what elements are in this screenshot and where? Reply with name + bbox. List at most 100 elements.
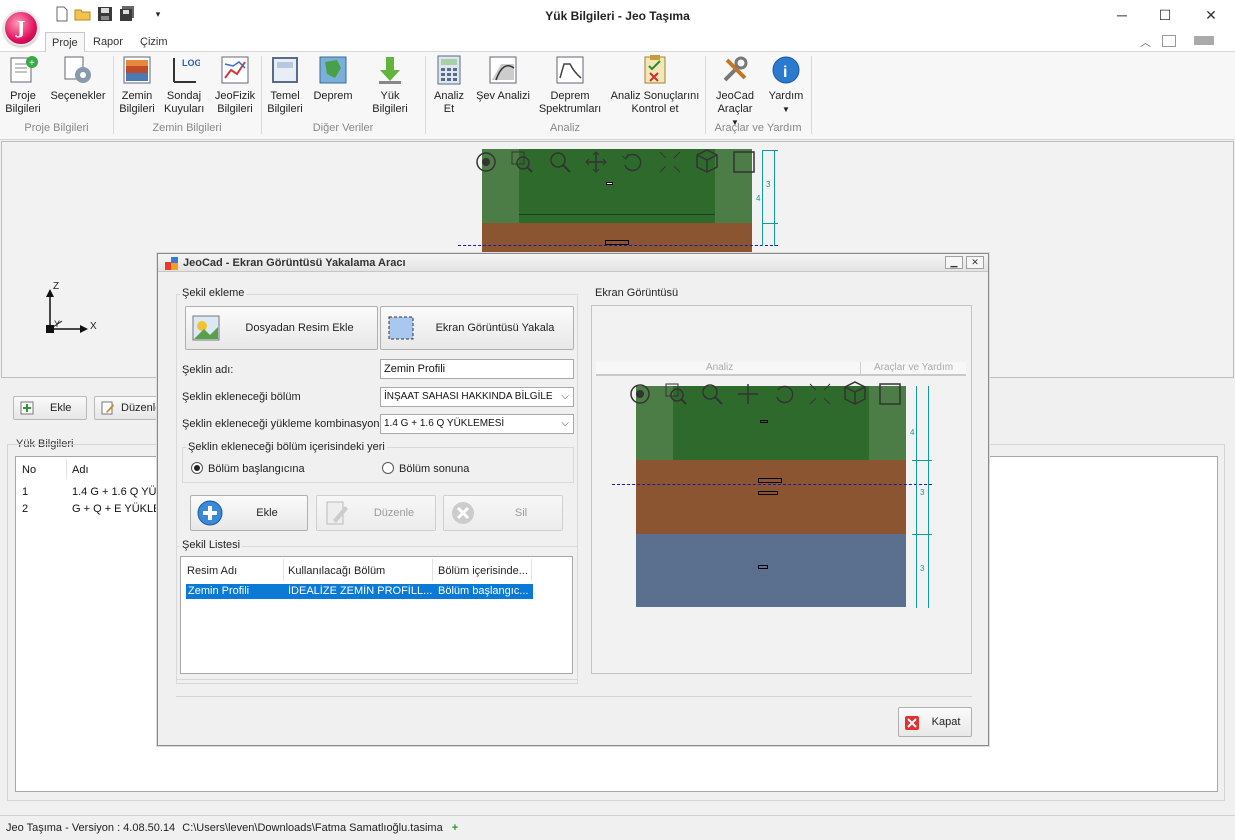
- rotate-icon[interactable]: [620, 150, 644, 174]
- preview-ribbon-text: Analiz: [706, 362, 734, 373]
- dialog-delete-button[interactable]: Sil: [443, 495, 563, 531]
- yardim-button[interactable]: i Yardım ▼: [766, 54, 806, 116]
- zemin-bilgileri-button[interactable]: Zemin Bilgileri: [118, 54, 156, 116]
- preview-soil-brown: [636, 460, 906, 534]
- version-text: Jeo Taşıma - Versiyon : 4.08.50.14: [6, 822, 176, 834]
- shape-list-row[interactable]: Zemin Profili İDEALİZE ZEMİN PROFİLL... …: [186, 584, 533, 599]
- image-file-icon: [192, 315, 220, 341]
- eye-view-icon[interactable]: [474, 150, 498, 174]
- fit-extents-icon: [808, 382, 832, 406]
- row-position: Bölüm başlangıc...: [438, 585, 529, 597]
- combo-select[interactable]: 1.4 G + 1.6 Q YÜKLEMESİ ⌵: [380, 414, 574, 434]
- deprem-button[interactable]: Deprem: [312, 54, 354, 103]
- table-row-no[interactable]: 2: [22, 503, 28, 515]
- temel-bilgileri-button[interactable]: Temel Bilgileri: [266, 54, 304, 116]
- dimension-label: 3: [766, 180, 771, 189]
- dialog-minimize-button[interactable]: ▁: [945, 256, 963, 269]
- jeocad-araclar-button[interactable]: JeoCad Araçlar ▼: [710, 54, 760, 129]
- jeofizik-bilgileri-button[interactable]: JeoFizik Bilgileri: [212, 54, 258, 116]
- shape-name-label: Şeklin adı:: [182, 364, 234, 376]
- dialog-edit-button[interactable]: Düzenle: [316, 495, 436, 531]
- theme-icon[interactable]: [1194, 36, 1214, 45]
- dimension-line: [762, 150, 763, 246]
- capture-screen-button[interactable]: Ekran Görüntüsü Yakala: [380, 306, 574, 350]
- slope-analysis-icon: [487, 54, 519, 86]
- proje-bilgileri-button[interactable]: + Proje Bilgileri: [4, 54, 42, 116]
- title-bar: ▾ Yük Bilgileri - Jeo Taşıma ─ ☐ ✕: [0, 0, 1235, 32]
- table-row-name[interactable]: G + Q + E YÜKLEM: [72, 503, 170, 515]
- radio-end-label[interactable]: Bölüm sonuna: [399, 463, 469, 475]
- minimize-button[interactable]: ─: [1099, 0, 1145, 30]
- column-header-bolum[interactable]: Kullanılacağı Bölüm: [288, 565, 385, 577]
- analiz-kontrol-button[interactable]: Analiz Sonuçlarını Kontrol et: [610, 54, 700, 116]
- analiz-et-button[interactable]: Analiz Et: [430, 54, 468, 116]
- preview-ribbon-text: Araçlar ve Yardım: [874, 362, 954, 373]
- shape-list[interactable]: Resim Adı Kullanılacağı Bölüm Bölüm içer…: [180, 556, 573, 674]
- shape-name-input[interactable]: [380, 359, 574, 379]
- tab-proje[interactable]: Proje: [45, 32, 85, 52]
- yuk-bilgileri-button[interactable]: Yük Bilgileri: [362, 54, 418, 116]
- chevron-down-icon: ⌵: [561, 418, 569, 429]
- section-select[interactable]: İNŞAAT SAHASI HAKKINDA BİLGİLE ⌵: [380, 387, 574, 407]
- collapse-ribbon-icon[interactable]: ︿: [1140, 34, 1151, 50]
- dialog-add-button[interactable]: Ekle: [190, 495, 308, 531]
- maximize-button[interactable]: ☐: [1142, 0, 1188, 30]
- foundation-line: [519, 214, 715, 215]
- radio-end[interactable]: [382, 462, 394, 474]
- group-label-diger: Diğer Veriler: [312, 122, 374, 134]
- plus-circle-icon: [197, 500, 225, 526]
- tab-cizim[interactable]: Çizim: [134, 32, 174, 52]
- svg-text:LOG: LOG: [182, 58, 200, 68]
- foundation-icon: [269, 54, 301, 86]
- 2d-view-icon[interactable]: [732, 150, 756, 174]
- table-row-name[interactable]: 1.4 G + 1.6 Q YÜK: [72, 486, 164, 498]
- app-logo[interactable]: J: [3, 10, 39, 46]
- checklist-icon: [639, 54, 671, 86]
- preview-dimension-label: 3: [920, 488, 925, 497]
- geophysics-chart-icon: [219, 54, 251, 86]
- plus-icon[interactable]: +: [452, 822, 458, 834]
- chevron-down-icon: ⌵: [561, 391, 569, 402]
- zoom-icon[interactable]: [548, 150, 572, 174]
- secenekler-button[interactable]: Seçenekler: [50, 54, 106, 103]
- column-header-adi[interactable]: Adı: [72, 464, 89, 476]
- column-header-yer[interactable]: Bölüm içerisinde...: [438, 565, 528, 577]
- earthquake-map-icon: [317, 54, 349, 86]
- sondaj-kuyulari-button[interactable]: LOG Sondaj Kuyuları: [164, 54, 204, 116]
- dialog-close-kapat-button[interactable]: Kapat: [898, 707, 972, 737]
- table-row-no[interactable]: 1: [22, 486, 28, 498]
- edit-page-icon: [323, 500, 351, 526]
- delete-icon: [450, 500, 478, 526]
- radio-start[interactable]: [191, 462, 203, 474]
- radio-start-label[interactable]: Bölüm başlangıcına: [208, 463, 305, 475]
- row-name: Zemin Profili: [188, 585, 250, 597]
- tab-rapor[interactable]: Rapor: [87, 32, 129, 52]
- pan-icon[interactable]: [584, 150, 608, 174]
- settings-gear-icon: [62, 54, 94, 86]
- sev-analizi-button[interactable]: Şev Analizi: [474, 54, 532, 103]
- dimension-tick: [762, 223, 778, 224]
- preview-marker: [758, 565, 768, 569]
- 3d-box-icon[interactable]: [694, 148, 720, 174]
- column-header-resim[interactable]: Resim Adı: [187, 565, 237, 577]
- group-label-analiz: Analiz: [550, 122, 580, 134]
- borehole-log-icon: LOG: [168, 54, 202, 86]
- column-divider: [432, 559, 433, 581]
- 3d-box-icon: [842, 380, 868, 406]
- column-header-no[interactable]: No: [22, 464, 36, 476]
- file-path-text: C:\Users\leven\Downloads\Fatma Samatlıoğ…: [182, 822, 443, 834]
- close-window-button[interactable]: ✕: [1188, 0, 1234, 30]
- style-icon[interactable]: [1162, 35, 1176, 47]
- axis-y-label: Y: [54, 319, 61, 329]
- main-add-button[interactable]: Ekle: [13, 396, 87, 420]
- deprem-spektrumlari-button[interactable]: Deprem Spektrumları: [538, 54, 602, 116]
- group-label-araclar: Araçlar ve Yardım: [714, 122, 802, 134]
- ribbon-tab-row: Proje Rapor Çizim ︿: [0, 32, 1235, 52]
- fit-extents-icon[interactable]: [658, 150, 682, 174]
- dialog-close-button[interactable]: ✕: [966, 256, 984, 269]
- add-row-icon: [20, 401, 34, 415]
- dialog-title-bar[interactable]: JeoCad - Ekran Görüntüsü Yakalama Aracı …: [158, 254, 988, 272]
- preview-marker: [758, 478, 782, 483]
- add-from-file-button[interactable]: Dosyadan Resim Ekle: [185, 306, 378, 350]
- zoom-window-icon[interactable]: [510, 150, 534, 174]
